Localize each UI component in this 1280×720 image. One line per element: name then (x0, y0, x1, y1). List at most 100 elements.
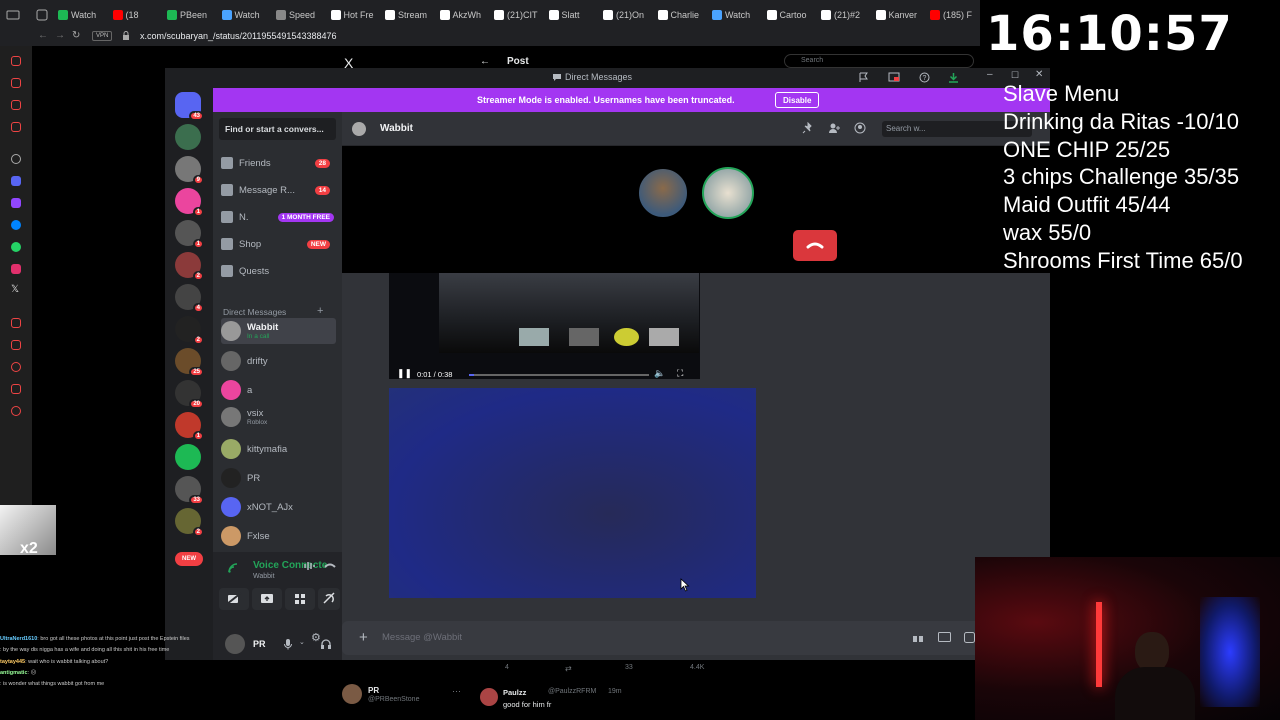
help-icon[interactable]: ? (919, 72, 930, 83)
screen-icon[interactable] (888, 72, 900, 83)
browser-tab[interactable]: Watch (221, 6, 260, 24)
dm-item[interactable]: Wabbit In a call (221, 318, 336, 344)
find-conversation-input[interactable]: Find or start a convers... (219, 118, 336, 140)
browser-tab[interactable]: AkzWh (439, 6, 481, 24)
user-handle[interactable]: @PRBeenStone (368, 696, 419, 703)
browser-tab[interactable]: (185) F (930, 6, 972, 24)
sidebar-app-icon[interactable] (11, 384, 21, 394)
camera-off-button[interactable] (219, 588, 249, 610)
settings-icon[interactable] (11, 154, 21, 164)
nav-item[interactable]: N. 1 MONTH FREE (221, 206, 336, 228)
browser-tab[interactable]: Watch (58, 6, 96, 24)
browser-tab[interactable]: Speed (276, 6, 315, 24)
server-icon[interactable]: 1 (175, 188, 204, 217)
user-name[interactable]: PR (253, 639, 266, 649)
browser-tab[interactable]: (21)On (603, 6, 644, 24)
server-icon[interactable]: 4 (175, 284, 204, 313)
x-search-input[interactable]: Search (784, 54, 974, 68)
nav-item[interactable]: Quests (221, 260, 336, 282)
x-back-icon[interactable]: ← (480, 56, 490, 67)
server-icon[interactable]: 9 (175, 156, 204, 185)
screen-share-button[interactable] (252, 588, 282, 610)
user-name[interactable]: PR (368, 686, 379, 695)
server-icon[interactable]: 1 (175, 412, 204, 441)
tab-manager-icon[interactable] (36, 6, 48, 24)
attach-icon[interactable]: + (359, 629, 368, 646)
dm-item[interactable]: kittymafia (221, 436, 336, 462)
profile-icon[interactable] (854, 122, 866, 134)
nav-item[interactable]: Shop NEW (221, 233, 336, 255)
server-icon[interactable]: 1 (175, 220, 204, 249)
soundboard-button[interactable] (318, 588, 340, 610)
download-icon[interactable] (948, 72, 959, 83)
dm-item[interactable]: vsix Roblox (221, 404, 336, 430)
twitch-app-icon[interactable] (11, 198, 21, 208)
dm-item[interactable]: PR (221, 465, 336, 491)
caller-avatar[interactable] (637, 167, 689, 219)
sidebar-app-icon[interactable] (11, 56, 21, 66)
url-text[interactable]: x.com/scubaryan_/status/2011955491543388… (140, 31, 336, 41)
x-app-icon[interactable]: 𝕏 (11, 284, 19, 295)
browser-tab[interactable]: (21)CIT (494, 6, 538, 24)
user-avatar[interactable] (225, 634, 245, 654)
browser-tab[interactable]: Cartoo (766, 6, 807, 24)
create-dm-button[interactable]: + (317, 305, 323, 317)
gif-icon[interactable] (938, 632, 951, 642)
browser-tab[interactable]: Slatt (548, 6, 580, 24)
server-icon[interactable] (175, 124, 201, 150)
reply-count[interactable]: 4 (505, 664, 509, 671)
reply-avatar[interactable] (480, 688, 498, 706)
message-input[interactable]: + Message @Wabbit (342, 621, 1050, 655)
server-icon[interactable]: 25 (175, 348, 204, 377)
fullscreen-icon[interactable]: ⛶ (677, 368, 683, 379)
reply-user[interactable]: Paulzz (503, 688, 526, 697)
dm-item[interactable]: Fxlse (221, 523, 336, 549)
recipient-name[interactable]: Wabbit (380, 123, 413, 134)
user-avatar[interactable] (342, 684, 362, 704)
history-icon[interactable] (11, 362, 21, 372)
sticker-icon[interactable] (964, 632, 975, 643)
dm-item[interactable]: a (221, 377, 336, 403)
dm-item[interactable]: drifty (221, 348, 336, 374)
server-icon[interactable] (175, 444, 201, 470)
more-icon[interactable]: ⋯ (452, 686, 461, 697)
reply-handle[interactable]: @PaulzzRFRM (548, 688, 596, 695)
discord-app-icon[interactable] (11, 176, 21, 186)
volume-icon[interactable]: 🔈 (654, 368, 665, 379)
browser-tab[interactable]: Kanver (875, 6, 917, 24)
noise-suppression-icon[interactable] (303, 560, 317, 572)
reload-icon[interactable]: ↻ (72, 30, 80, 41)
close-icon[interactable]: ✕ (1035, 69, 1043, 80)
browser-tab[interactable]: Watch (712, 6, 750, 24)
browser-tab[interactable]: PBeen (167, 6, 207, 24)
server-icon[interactable]: 33 (175, 476, 204, 505)
minimize-icon[interactable]: – (987, 69, 993, 80)
vpn-badge[interactable]: VPN (92, 31, 113, 41)
recipient-call-avatar[interactable] (702, 167, 754, 219)
nav-item[interactable]: Friends 28 (221, 152, 336, 174)
browser-tab[interactable]: Charlie (657, 6, 699, 24)
sidebar-app-icon[interactable] (11, 100, 21, 110)
image-embed[interactable] (389, 388, 756, 598)
whatsapp-app-icon[interactable] (11, 242, 21, 252)
chevron-down-icon[interactable]: ⌄ (299, 638, 305, 646)
browser-tab[interactable]: (21)#2 (821, 6, 860, 24)
video-progress[interactable] (469, 374, 649, 376)
browser-tab[interactable]: Stream (385, 6, 427, 24)
nav-item[interactable]: Message R... 14 (221, 179, 336, 201)
server-icon[interactable]: 2 (175, 316, 204, 345)
server-icon[interactable]: 20 (175, 380, 204, 409)
flag-icon[interactable] (858, 72, 869, 83)
messenger-app-icon[interactable] (11, 220, 21, 230)
server-icon[interactable]: 43 (175, 92, 204, 121)
pause-icon[interactable]: ❚❚ (397, 368, 412, 379)
forward-icon[interactable]: → (55, 30, 65, 41)
sidebar-app-icon[interactable] (11, 340, 21, 350)
server-icon[interactable]: 2 (175, 508, 204, 537)
gift-icon[interactable] (912, 632, 924, 643)
browser-tab[interactable]: (18 (112, 6, 139, 24)
sidebar-app-icon[interactable] (11, 318, 21, 328)
sidebar-app-icon[interactable] (11, 122, 21, 132)
repost-icon[interactable]: ⇄ (565, 664, 572, 673)
instagram-app-icon[interactable] (11, 264, 21, 274)
